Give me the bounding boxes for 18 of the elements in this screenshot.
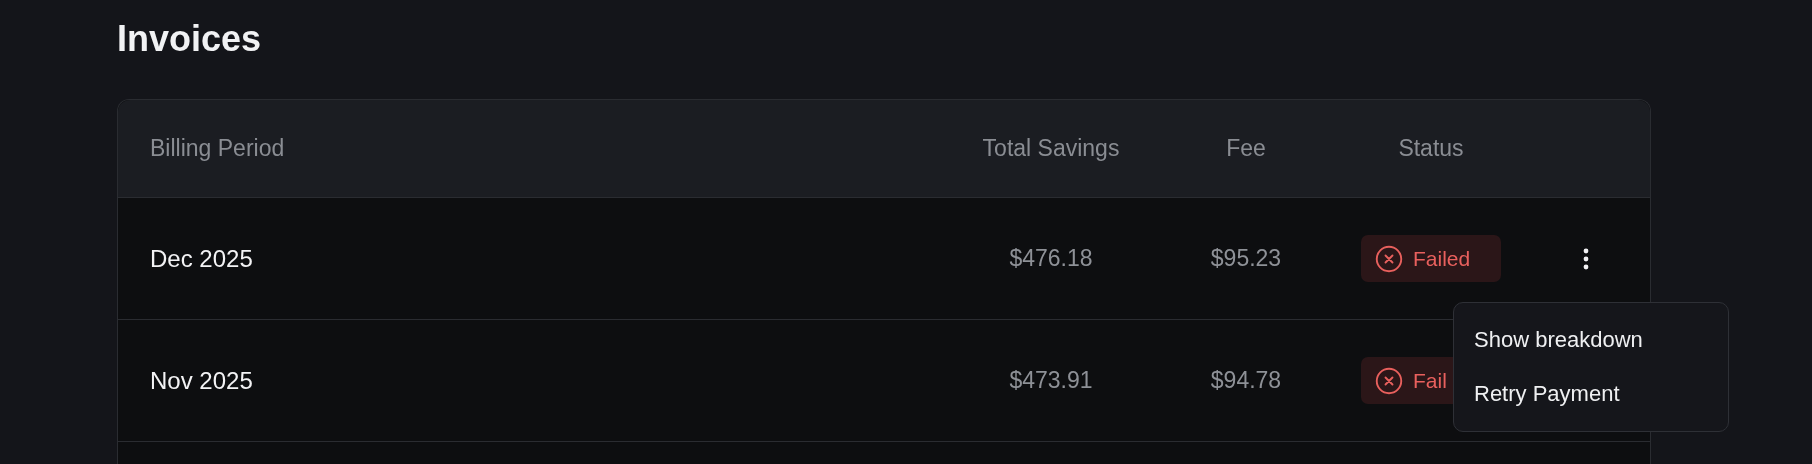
page-title: Invoices: [117, 17, 263, 61]
column-header: Fee: [1226, 135, 1266, 162]
column-header: Billing Period: [149, 135, 285, 162]
x-circle-icon: [1375, 366, 1403, 395]
fee: $95.23: [1210, 245, 1282, 272]
status-label: Fail: [1413, 368, 1447, 393]
total-savings: $473.91: [1009, 367, 1093, 394]
menu-item[interactable]: Show breakdown: [1454, 313, 1728, 367]
status-label: Failed: [1413, 246, 1471, 271]
x-circle-icon: [1375, 244, 1403, 273]
billing-period: Dec 2025: [149, 244, 254, 273]
column-header: Status: [1398, 135, 1464, 162]
column-header: Total Savings: [982, 135, 1120, 162]
total-savings: $476.18: [1009, 245, 1093, 272]
billing-period: Nov 2025: [149, 366, 254, 395]
menu-item[interactable]: Retry Payment: [1454, 367, 1728, 421]
fee: $94.78: [1210, 367, 1282, 394]
more-vertical-icon: [1582, 247, 1589, 270]
